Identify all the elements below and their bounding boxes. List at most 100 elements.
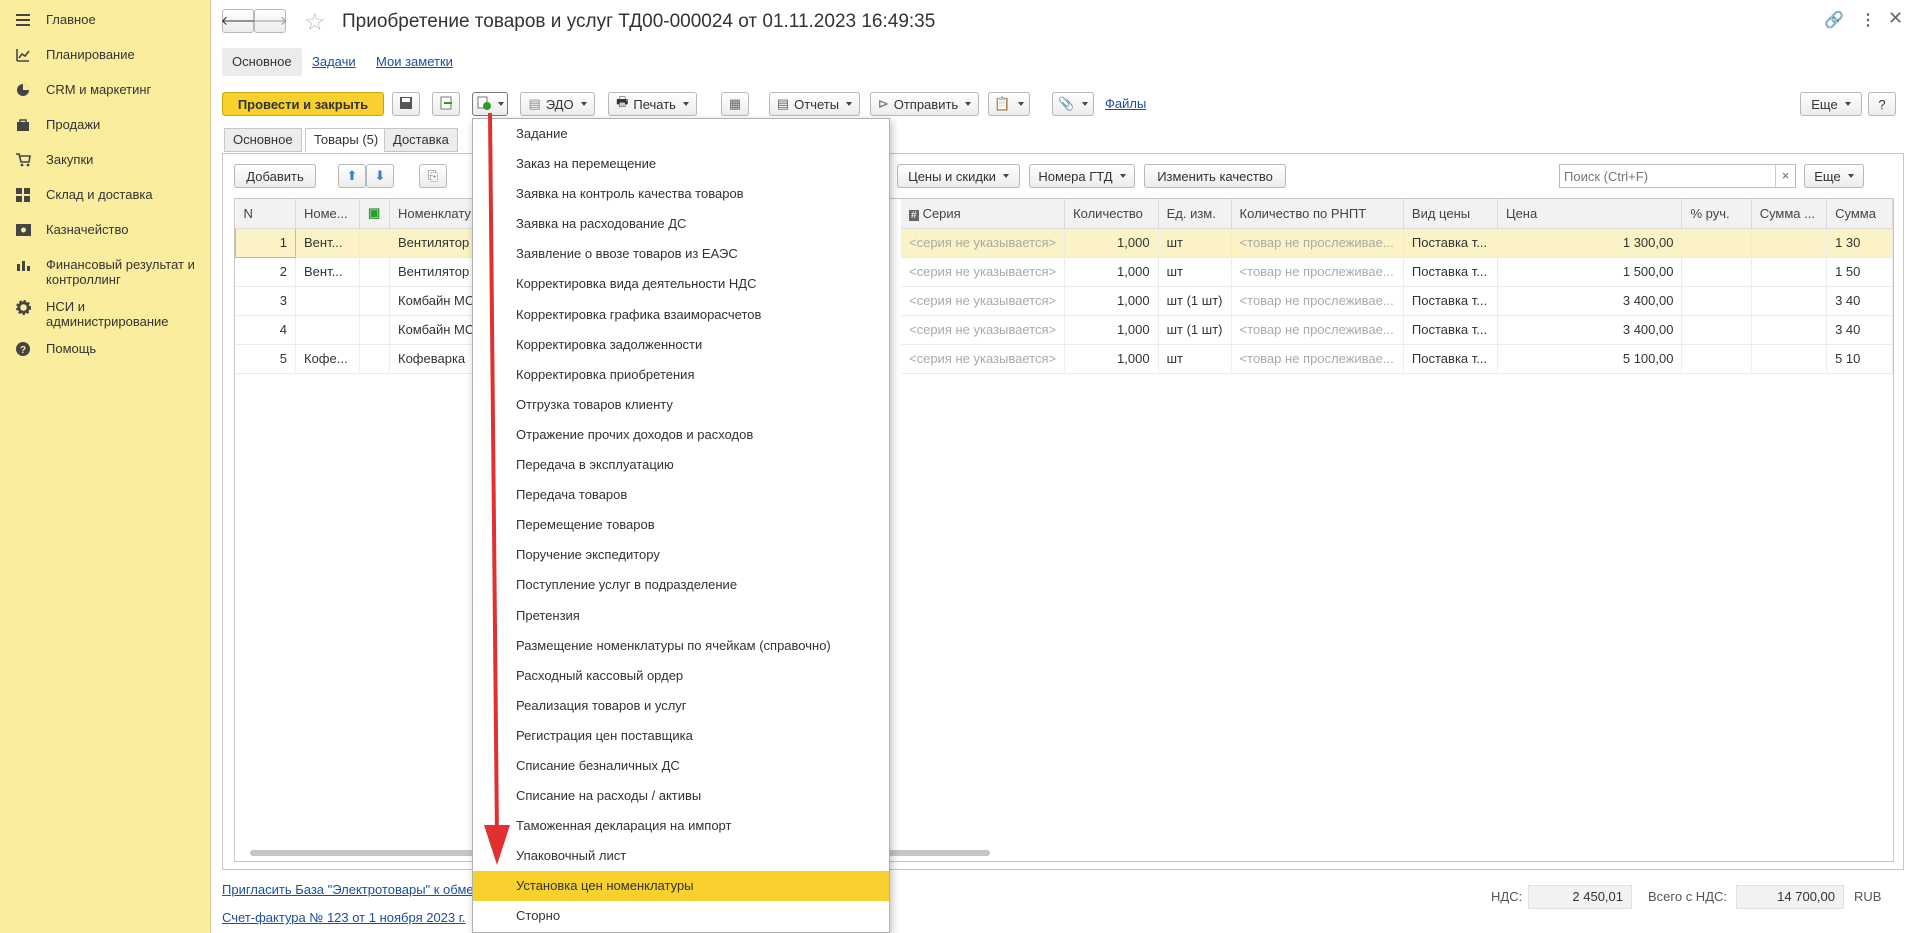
table-more-button[interactable]: Еще xyxy=(1804,164,1864,188)
menu-item[interactable]: Поступление услуг в подразделение xyxy=(473,570,889,600)
menu-item[interactable]: Корректировка задолженности xyxy=(473,330,889,360)
table-row[interactable]: 1 Вент... Вентилятор xyxy=(235,227,484,258)
cell-rnpt[interactable]: <товар не прослеживае... xyxy=(1231,228,1404,258)
table-row[interactable]: 5 Кофе... Кофеварка xyxy=(235,344,484,374)
menu-item[interactable]: Реализация товаров и услуг xyxy=(473,691,889,721)
cell-nomenclature[interactable]: Вентилятор xyxy=(389,228,484,258)
cell-discount-sum[interactable] xyxy=(1751,286,1828,316)
column-header-excel[interactable]: ▣ xyxy=(359,199,390,229)
menu-item[interactable]: Передача товаров xyxy=(473,480,889,510)
column-header-series[interactable]: # Серия xyxy=(901,199,1066,229)
cell-n[interactable]: 3 xyxy=(235,286,296,316)
reports-button[interactable]: ▤ Отчеты xyxy=(769,92,860,116)
cell-n[interactable]: 1 xyxy=(235,227,296,258)
column-header[interactable]: Количество xyxy=(1064,199,1159,229)
cell-unit[interactable]: шт (1 шт) xyxy=(1158,315,1232,345)
cell-discount-sum[interactable] xyxy=(1751,257,1828,287)
menu-item[interactable]: Заявка на расходование ДС xyxy=(473,209,889,239)
table-row[interactable]: <серия не указывается> 1,000 шт (1 шт) <… xyxy=(901,315,1893,345)
tab-tasks[interactable]: Задачи xyxy=(302,48,366,76)
cell-price-type[interactable]: Поставка т... xyxy=(1403,257,1498,287)
cell-series[interactable]: <серия не указывается> xyxy=(901,286,1066,316)
cell-nomenclature[interactable]: Комбайн МС xyxy=(389,315,484,345)
cell-sum[interactable]: 1 30 xyxy=(1826,228,1893,258)
cell-price-type[interactable]: Поставка т... xyxy=(1403,344,1498,374)
menu-item[interactable]: Упаковочный лист xyxy=(473,841,889,871)
cell-manual-percent[interactable] xyxy=(1681,344,1752,374)
cell-series[interactable]: <серия не указывается> xyxy=(901,315,1066,345)
cell-rnpt[interactable]: <товар не прослеживае... xyxy=(1231,257,1404,287)
invite-exchange-link[interactable]: Пригласить База "Электротовары" к обме xyxy=(222,882,474,897)
gtd-numbers-button[interactable]: Номера ГТД xyxy=(1029,164,1135,188)
create-based-on-button[interactable] xyxy=(472,92,508,116)
cell-sum[interactable]: 3 40 xyxy=(1826,286,1893,316)
menu-item[interactable]: Установка цен номенклатуры xyxy=(473,871,889,902)
cell-discount-sum[interactable] xyxy=(1751,315,1828,345)
cell-code[interactable] xyxy=(295,315,360,345)
add-row-button[interactable]: Добавить xyxy=(234,164,316,188)
menu-item[interactable]: Корректировка вида деятельности НДС xyxy=(473,269,889,299)
help-button[interactable]: ? xyxy=(1868,92,1896,116)
sidebar-item-help[interactable]: ? Помощь xyxy=(0,329,210,364)
cell-unit[interactable]: шт xyxy=(1158,344,1232,374)
print-button[interactable]: 🖶 Печать xyxy=(608,92,697,116)
cell-rnpt[interactable]: <товар не прослеживае... xyxy=(1231,315,1404,345)
cell-manual-percent[interactable] xyxy=(1681,286,1752,316)
tab-main[interactable]: Основное xyxy=(222,48,302,76)
cell-code[interactable]: Вент... xyxy=(295,228,360,258)
cell-flag[interactable] xyxy=(359,257,390,287)
tab-doc-goods[interactable]: Товары (5) xyxy=(305,128,388,152)
cell-unit[interactable]: шт xyxy=(1158,228,1232,258)
cell-nomenclature[interactable]: Кофеварка xyxy=(389,344,484,374)
cell-sum[interactable]: 5 10 xyxy=(1826,344,1893,374)
cell-price-type[interactable]: Поставка т... xyxy=(1403,315,1498,345)
cell-code[interactable]: Кофе... xyxy=(295,344,360,374)
cell-discount-sum[interactable] xyxy=(1751,228,1828,258)
cell-manual-percent[interactable] xyxy=(1681,315,1752,345)
column-header[interactable]: Цена xyxy=(1497,199,1683,229)
cell-price[interactable]: 1 300,00 xyxy=(1497,228,1683,258)
post-button[interactable] xyxy=(432,92,460,116)
cell-flag[interactable] xyxy=(359,315,390,345)
cell-quantity[interactable]: 1,000 xyxy=(1064,228,1159,258)
sidebar-item-crm[interactable]: CRM и маркетинг xyxy=(0,70,210,105)
forward-button[interactable]: 🡒 xyxy=(253,9,287,33)
cell-price[interactable]: 3 400,00 xyxy=(1497,286,1683,316)
menu-item[interactable]: Размещение номенклатуры по ячейкам (спра… xyxy=(473,631,889,661)
move-up-button[interactable]: ⬆ xyxy=(338,164,366,188)
menu-item[interactable]: Регистрация цен поставщика xyxy=(473,721,889,751)
column-header[interactable]: N xyxy=(235,199,296,229)
change-quality-button[interactable]: Изменить качество xyxy=(1144,164,1286,188)
cell-discount-sum[interactable] xyxy=(1751,344,1828,374)
save-button[interactable] xyxy=(392,92,420,116)
files-link[interactable]: Файлы xyxy=(1105,96,1146,111)
cell-quantity[interactable]: 1,000 xyxy=(1064,257,1159,287)
table-row[interactable]: 2 Вент... Вентилятор xyxy=(235,257,484,287)
attach-button[interactable]: 📎 xyxy=(1052,92,1094,116)
cell-flag[interactable] xyxy=(359,286,390,316)
send-button[interactable]: ⊳ Отправить xyxy=(870,92,979,116)
column-header[interactable]: Сумма xyxy=(1826,199,1893,229)
menu-item[interactable]: Отгрузка товаров клиенту xyxy=(473,390,889,420)
cell-nomenclature[interactable]: Вентилятор xyxy=(389,257,484,287)
cell-manual-percent[interactable] xyxy=(1681,257,1752,287)
sidebar-item-nsi[interactable]: НСИ и администрирование xyxy=(0,287,210,329)
cell-manual-percent[interactable] xyxy=(1681,228,1752,258)
sidebar-item-treasury[interactable]: Казначейство xyxy=(0,210,210,245)
close-icon[interactable]: ✕ xyxy=(1888,8,1903,29)
sidebar-item-sales[interactable]: Продажи xyxy=(0,105,210,140)
menu-item[interactable]: Заявка на контроль качества товаров xyxy=(473,179,889,209)
copy-row-button[interactable]: ⎘ xyxy=(419,164,447,188)
link-icon[interactable]: 🔗 xyxy=(1824,10,1844,30)
column-header[interactable]: Ед. изм. xyxy=(1158,199,1232,229)
column-header[interactable]: % руч. xyxy=(1681,199,1752,229)
menu-item[interactable]: Передача в эксплуатацию xyxy=(473,450,889,480)
table-row[interactable]: <серия не указывается> 1,000 шт <товар н… xyxy=(901,257,1893,287)
cell-flag[interactable] xyxy=(359,228,390,258)
table-row[interactable]: <серия не указывается> 1,000 шт (1 шт) <… xyxy=(901,286,1893,316)
column-header[interactable]: Сумма ... xyxy=(1751,199,1828,229)
cell-quantity[interactable]: 1,000 xyxy=(1064,344,1159,374)
menu-item[interactable]: Задание xyxy=(473,119,889,149)
favorite-star-icon[interactable]: ☆ xyxy=(304,8,326,37)
column-header[interactable]: Номенклату xyxy=(389,199,484,229)
